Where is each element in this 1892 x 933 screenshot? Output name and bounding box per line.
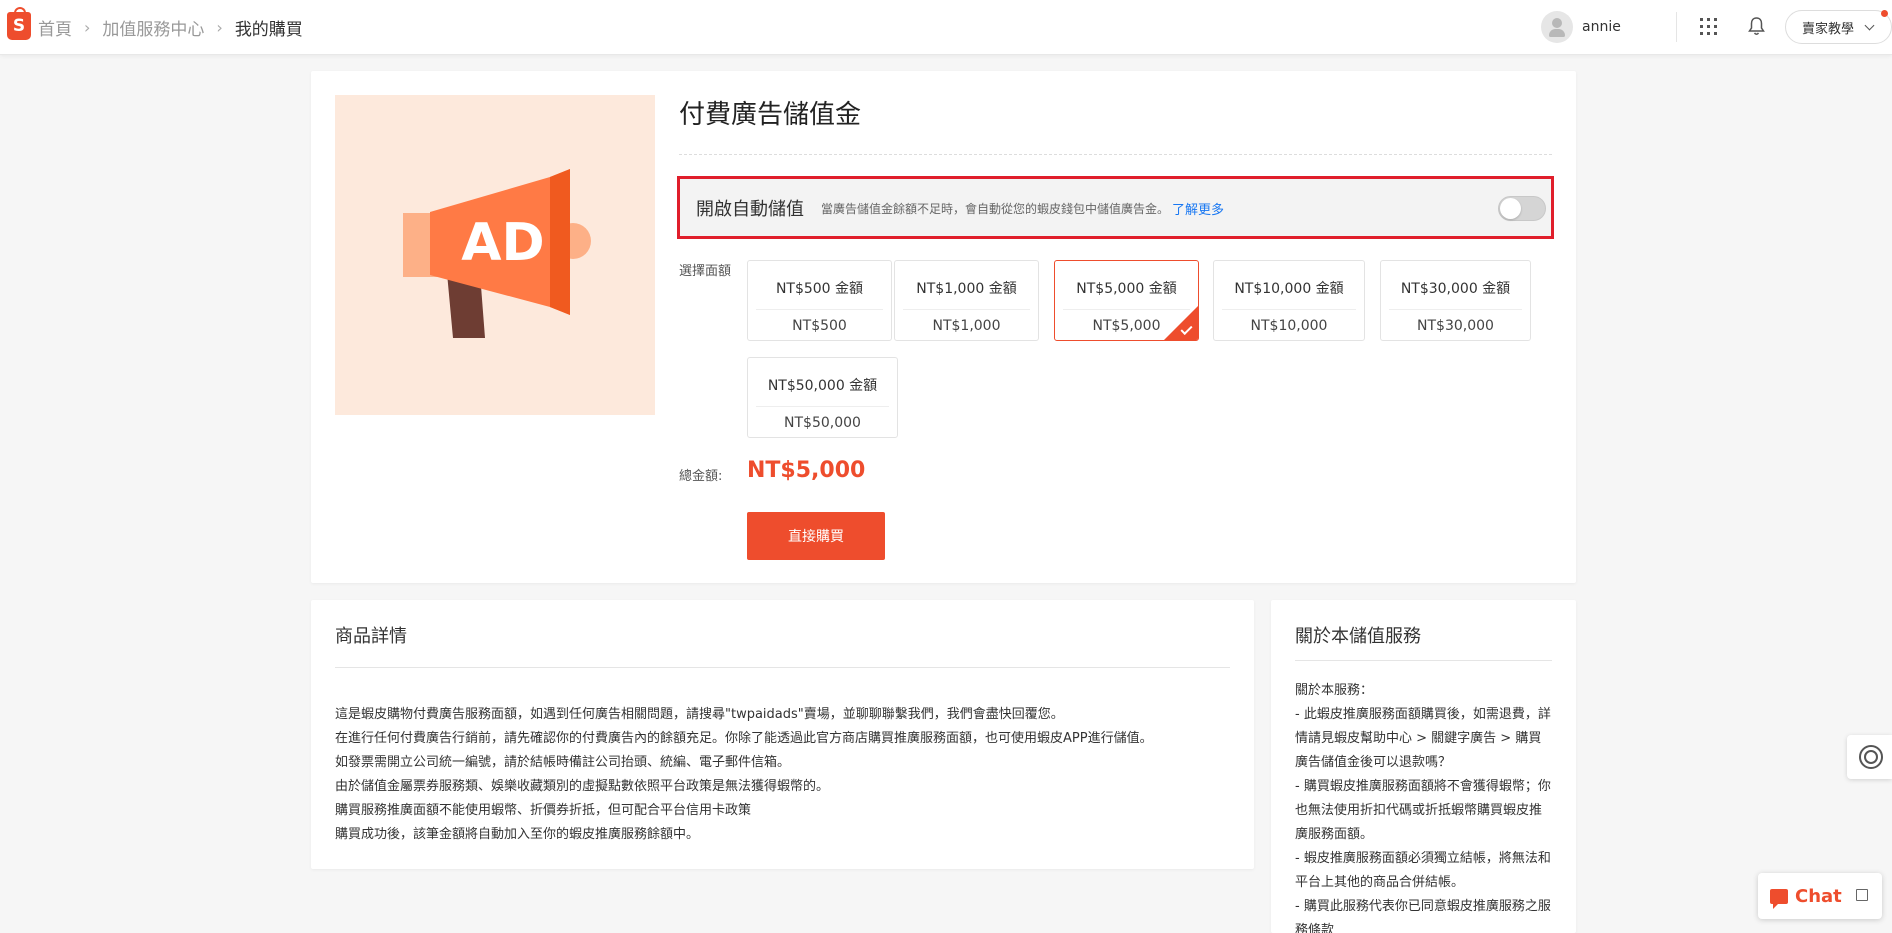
product-title: 付費廣告儲值金 [679, 100, 862, 130]
option-price: NT$10,000 [1250, 318, 1328, 334]
details-line: 這是蝦皮購物付費廣告服務面額，如遇到任何廣告相關問題，請搜尋"twpaidads… [335, 707, 1064, 722]
breadcrumb: 首頁 › 加值服務中心 › 我的購買 [38, 14, 303, 40]
option-price: NT$1,000 [932, 318, 1001, 334]
details-title: 商品詳情 [335, 626, 407, 647]
product-card: AD 付費廣告儲值金 開啟自動儲值 當廣告儲值金餘額不足時，會自動從您的蝦皮錢包… [311, 71, 1576, 583]
option-price: NT$30,000 [1417, 318, 1494, 334]
buy-now-button[interactable]: 直接購買 [747, 512, 885, 560]
amount-option-30000[interactable]: NT$30,000 金額 NT$30,000 [1380, 260, 1531, 341]
dashed-divider [679, 154, 1552, 155]
seller-tutorial-button[interactable]: 賣家教學 [1785, 10, 1892, 44]
bell-icon[interactable] [1748, 16, 1765, 36]
details-line: 由於儲值金屬票券服務類、娛樂收藏類別的虛擬點數依照平台政策是無法獲得蝦幣的。 [335, 779, 830, 794]
seller-tutorial-label: 賣家教學 [1802, 21, 1855, 37]
total-label: 總金額: [679, 469, 723, 484]
expand-icon[interactable] [1856, 889, 1868, 901]
avatar-icon [1541, 11, 1573, 43]
details-line: 購買服務推廣面額不能使用蝦幣、折價券折抵，但可配合平台信用卡政策 [335, 803, 752, 818]
auto-topup-toggle[interactable] [1498, 196, 1546, 221]
option-price: NT$50,000 [784, 415, 861, 431]
about-line: - 此蝦皮推廣服務面額購買後，如需退費，詳情請見蝦皮幫助中心 > 關鍵字廣告 >… [1295, 707, 1551, 770]
megaphone-icon: AD [403, 169, 591, 338]
option-title: NT$1,000 金額 [916, 281, 1017, 297]
about-text: 關於本服務： - 此蝦皮推廣服務面額購買後，如需退費，詳情請見蝦皮幫助中心 > … [1295, 679, 1553, 933]
about-line: 關於本服務： [1295, 683, 1374, 698]
amount-option-10000[interactable]: NT$10,000 金額 NT$10,000 [1213, 260, 1365, 341]
details-line: 購買成功後，該筆金額將自動加入至你的蝦皮推廣服務餘額中。 [335, 827, 700, 842]
breadcrumb-value-added-center[interactable]: 加值服務中心 [102, 15, 204, 40]
option-title: NT$30,000 金額 [1400, 281, 1511, 297]
amount-option-1000[interactable]: NT$1,000 金額 NT$1,000 [894, 260, 1039, 341]
option-title: NT$50,000 金額 [767, 378, 878, 394]
about-divider [1295, 660, 1552, 661]
amount-label: 選擇面額 [679, 264, 732, 279]
details-divider [335, 667, 1230, 668]
selected-corner [1164, 306, 1198, 340]
apps-grid-icon[interactable] [1700, 18, 1717, 35]
chat-icon [1770, 888, 1788, 909]
details-line: 如發票需開立公司統一編號，請於結帳時備註公司抬頭、統編、電子郵件信箱。 [335, 755, 791, 770]
chat-widget[interactable]: Chat [1758, 873, 1882, 919]
header-divider [1676, 12, 1677, 42]
chat-label: Chat [1795, 885, 1842, 907]
option-title: NT$5,000 金額 [1076, 281, 1177, 297]
option-price: NT$500 [792, 318, 847, 334]
shopee-logo-icon[interactable]: S [7, 7, 31, 40]
notification-dot [1881, 10, 1888, 17]
learn-more-link[interactable]: 了解更多 [1172, 199, 1224, 218]
total-amount: NT$5,000 [747, 458, 866, 483]
option-title: NT$10,000 金額 [1234, 281, 1344, 297]
about-title: 關於本儲值服務 [1295, 626, 1421, 647]
user-menu[interactable]: annie [1541, 11, 1621, 43]
product-banner: AD [335, 95, 655, 415]
details-line: 在進行任何付費廣告行銷前，請先確認你的付費廣告內的餘額充足。你除了能透過此官方商… [335, 731, 1153, 746]
username: annie [1582, 19, 1621, 35]
breadcrumb-my-purchase: 我的購買 [234, 19, 303, 40]
product-details-card: 商品詳情 這是蝦皮購物付費廣告服務面額，如遇到任何廣告相關問題，請搜尋"twpa… [311, 600, 1254, 869]
banner-text: AD [461, 213, 544, 273]
about-line: - 蝦皮推廣服務面額必須獨立結帳，將無法和平台上其他的商品合併結帳。 [1295, 851, 1551, 890]
top-header: S 首頁 › 加值服務中心 › 我的購買 annie 賣家教學 [0, 0, 1892, 55]
chevron-right-icon: › [216, 17, 223, 37]
details-text: 這是蝦皮購物付費廣告服務面額，如遇到任何廣告相關問題，請搜尋"twpaidads… [335, 703, 1153, 847]
breadcrumb-home[interactable]: 首頁 [38, 15, 72, 40]
amount-option-500[interactable]: NT$500 金額 NT$500 [747, 260, 892, 341]
about-line: - 購買此服務代表你已同意蝦皮推廣服務之服務條款 [1295, 899, 1551, 933]
about-line: - 購買蝦皮推廣服務面額將不會獲得蝦幣；你也無法使用折扣代碼或折抵蝦幣購買蝦皮推… [1295, 779, 1551, 842]
auto-topup-panel: 開啟自動儲值 當廣告儲值金餘額不足時，會自動從您的蝦皮錢包中儲值廣告金。 了解更… [677, 176, 1554, 239]
amount-option-50000[interactable]: NT$50,000 金額 NT$50,000 [747, 357, 898, 438]
chevron-down-icon [1864, 20, 1875, 30]
auto-topup-description: 當廣告儲值金餘額不足時，會自動從您的蝦皮錢包中儲值廣告金。 [821, 202, 1170, 216]
about-service-card: 關於本儲值服務 關於本服務： - 此蝦皮推廣服務面額購買後，如需退費，詳情請見蝦… [1271, 600, 1576, 933]
toggle-knob [1500, 198, 1521, 219]
chevron-right-icon: › [84, 17, 91, 37]
amount-option-5000[interactable]: NT$5,000 金額 NT$5,000 [1054, 260, 1199, 341]
headset-icon[interactable] [1847, 735, 1892, 779]
option-title: NT$500 金額 [775, 281, 864, 297]
auto-topup-title: 開啟自動儲值 [696, 199, 804, 220]
